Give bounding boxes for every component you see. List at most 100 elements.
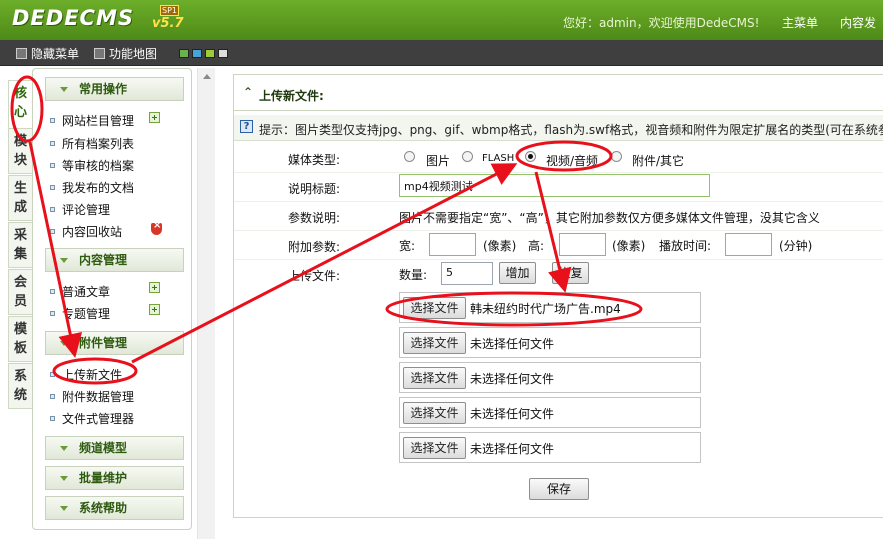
file-input-4[interactable]: 选择文件 未选择任何文件: [399, 397, 701, 428]
menu-item-all-docs[interactable]: 所有档案列表: [50, 135, 134, 152]
edition-badge: SP1: [160, 5, 179, 16]
param-description: 图片不需要指定“宽”、“高”，其它附加参数仅方便多媒体文件管理，没其它含义: [399, 211, 820, 225]
top-header: DEDECMS v5.7 SP1 您好：admin，欢迎使用DedeCMS! 主…: [0, 0, 883, 40]
collapse-icon: [60, 258, 68, 263]
add-button[interactable]: 增加: [499, 262, 536, 284]
row-divider: [234, 230, 883, 231]
menu-item-recycle[interactable]: 内容回收站: [50, 223, 122, 240]
file-input-3[interactable]: 选择文件 未选择任何文件: [399, 362, 701, 393]
play-time-input[interactable]: [725, 233, 772, 256]
choose-file-button[interactable]: 选择文件: [403, 297, 466, 319]
tip-bar: ? 提示：图片类型仅支持jpg、png、gif、wbmp格式，flash为.sw…: [234, 115, 883, 141]
left-menu: 常用操作 网站栏目管理 所有档案列表 等审核的档案 我发布的文档 评论管理 内容…: [32, 68, 192, 530]
bullet-icon: [50, 141, 55, 146]
choose-file-button[interactable]: 选择文件: [403, 332, 466, 354]
tab-system[interactable]: 系统: [8, 363, 32, 409]
double-chevron-up-icon[interactable]: ⌃: [243, 85, 253, 99]
caption-input[interactable]: mp4视频测试: [399, 174, 710, 197]
menu-section-content[interactable]: 内容管理: [45, 248, 184, 272]
menu-item-file-manager[interactable]: 文件式管理器: [50, 410, 134, 427]
radio-flash-label: FLASH: [482, 153, 515, 164]
count-input[interactable]: 5: [441, 262, 493, 285]
file-input-1[interactable]: 选择文件 韩未纽约时代广场广告.mp4: [399, 292, 701, 323]
file-input-5[interactable]: 选择文件 未选择任何文件: [399, 432, 701, 463]
menu-section-batch[interactable]: 批量维护: [45, 466, 184, 490]
file-input-2[interactable]: 选择文件 未选择任何文件: [399, 327, 701, 358]
extra-params-label: 附加参数:: [288, 240, 341, 254]
site-map-button[interactable]: 功能地图: [94, 45, 157, 62]
menu-item-topic[interactable]: 专题管理: [50, 305, 110, 322]
menu-item-upload-new[interactable]: 上传新文件: [50, 366, 122, 383]
save-button[interactable]: 保存: [529, 478, 589, 500]
collapse-icon: [60, 506, 68, 511]
scroll-up-icon[interactable]: [203, 74, 211, 79]
grid-icon: [94, 48, 105, 59]
choose-file-button[interactable]: 选择文件: [403, 402, 466, 424]
choose-file-button[interactable]: 选择文件: [403, 367, 466, 389]
skin-swatch-green[interactable]: [179, 49, 189, 58]
radio-flash[interactable]: [462, 151, 473, 162]
main-menu-link[interactable]: 主菜单: [782, 14, 818, 31]
tab-module[interactable]: 模块: [8, 128, 32, 174]
row-divider: [234, 259, 883, 260]
tab-member[interactable]: 会员: [8, 269, 32, 315]
width-label: 宽:: [399, 239, 416, 253]
height-unit: (像素): [612, 239, 646, 253]
file-name: 未选择任何文件: [470, 442, 555, 456]
row-divider: [234, 172, 883, 173]
collapse-icon: [60, 87, 68, 92]
play-time-label: 播放时间:: [659, 239, 712, 253]
menu-section-attachment[interactable]: 附件管理: [45, 331, 184, 355]
radio-video-audio-label: 视频/音频: [546, 154, 599, 168]
bullet-icon: [50, 207, 55, 212]
page-title: 上传新文件:: [259, 89, 324, 103]
menu-item-comments[interactable]: 评论管理: [50, 201, 110, 218]
radio-video-audio[interactable]: [525, 151, 536, 162]
collapse-icon: [60, 476, 68, 481]
menu-item-my-docs[interactable]: 我发布的文档: [50, 179, 134, 196]
skin-swatch-blue[interactable]: [192, 49, 202, 58]
dedecms-logo: DEDECMS: [12, 6, 134, 30]
hide-menu-button[interactable]: 隐藏菜单: [16, 45, 79, 62]
media-type-label: 媒体类型:: [288, 153, 341, 167]
menu-item-attachment-data[interactable]: 附件数据管理: [50, 388, 134, 405]
menu-section-common[interactable]: 常用操作: [45, 77, 184, 101]
param-label: 参数说明:: [288, 211, 341, 225]
choose-file-button[interactable]: 选择文件: [403, 437, 466, 459]
file-name: 未选择任何文件: [470, 337, 555, 351]
skin-swatch-lime[interactable]: [205, 49, 215, 58]
menu-item-category[interactable]: 网站栏目管理: [50, 112, 134, 129]
width-unit: (像素): [483, 239, 517, 253]
skin-swatch-gray[interactable]: [218, 49, 228, 58]
height-label: 高:: [528, 239, 545, 253]
tab-template[interactable]: 模板: [8, 316, 32, 362]
bullet-icon: [50, 416, 55, 421]
add-icon[interactable]: [149, 282, 160, 293]
menu-section-channel-model[interactable]: 频道模型: [45, 436, 184, 460]
tip-text: 提示：图片类型仅支持jpg、png、gif、wbmp格式，flash为.swf格…: [259, 123, 883, 137]
tab-generate[interactable]: 生成: [8, 175, 32, 221]
caption-label: 说明标题:: [288, 182, 341, 196]
width-input[interactable]: [429, 233, 476, 256]
panel-header: ⌃ 上传新文件:: [234, 75, 883, 111]
add-icon[interactable]: [149, 112, 160, 123]
clear-recycle-icon[interactable]: [151, 220, 162, 235]
radio-attachment[interactable]: [611, 151, 622, 162]
add-icon[interactable]: [149, 304, 160, 315]
height-input[interactable]: [559, 233, 606, 256]
bullet-icon: [50, 394, 55, 399]
bullet-icon: [50, 229, 55, 234]
restore-button[interactable]: 恢复: [552, 262, 589, 284]
content-publish-link[interactable]: 内容发: [840, 14, 876, 31]
menu-item-pending[interactable]: 等审核的档案: [50, 157, 134, 174]
menu-section-help[interactable]: 系统帮助: [45, 496, 184, 520]
menu-item-article[interactable]: 普通文章: [50, 283, 110, 300]
file-name: 未选择任何文件: [470, 407, 555, 421]
radio-image[interactable]: [404, 151, 415, 162]
hide-menu-icon: [16, 48, 27, 59]
menu-scrollbar[interactable]: [197, 68, 215, 539]
bullet-icon: [50, 185, 55, 190]
help-icon: ?: [240, 120, 253, 133]
count-label: 数量:: [399, 268, 428, 282]
tab-collect[interactable]: 采集: [8, 222, 32, 268]
